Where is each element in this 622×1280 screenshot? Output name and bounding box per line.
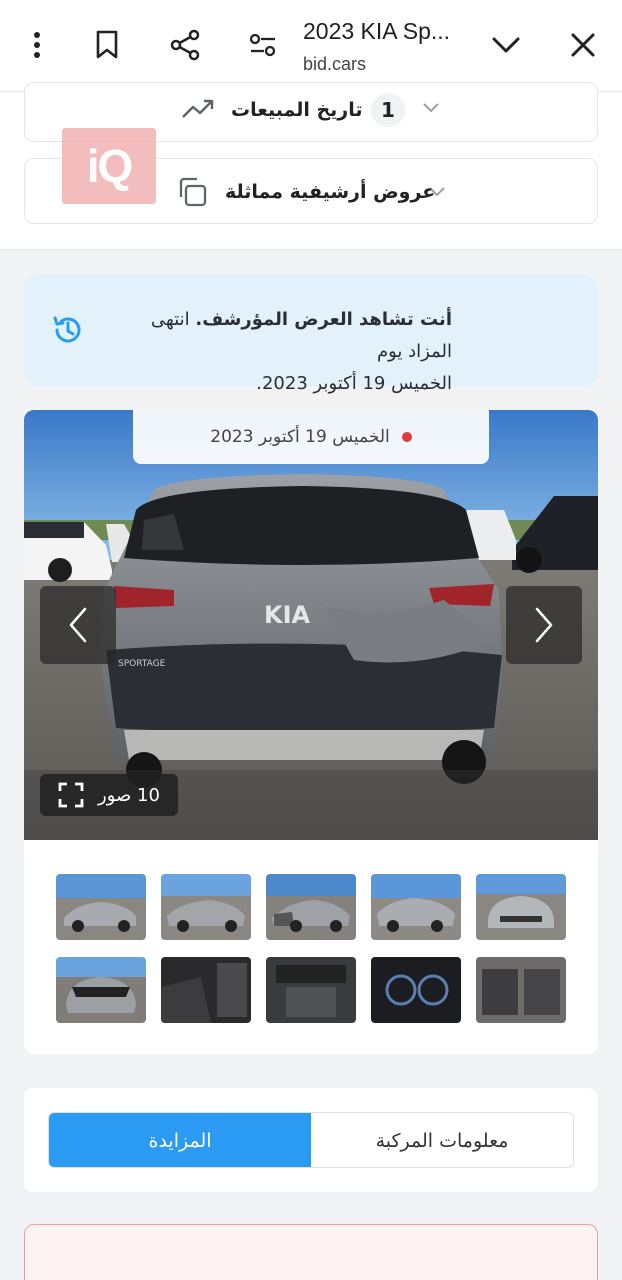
archive-notice-bold: أنت تشاهد العرض المؤرشف.: [195, 309, 452, 330]
tab-bidding[interactable]: المزايدة: [49, 1113, 311, 1167]
status-dot: [401, 432, 412, 442]
archive-notice: أنت تشاهد العرض المؤرشف. انتهى المزاد يو…: [24, 274, 598, 394]
chevron-right-icon: [535, 607, 553, 643]
page-url[interactable]: bid.cars: [303, 54, 366, 75]
sales-count-badge: 1: [371, 93, 405, 127]
browser-toolbar: 2023 KIA Sp... bid.cars: [0, 0, 622, 92]
auction-date-pill: الخميس 19 أكتوبر 2023: [133, 410, 489, 464]
sales-history-label: تاريخ المبيعات: [231, 99, 363, 121]
fullscreen-icon: [58, 782, 84, 808]
thumbnail[interactable]: [266, 874, 356, 940]
watermark-text: iQ: [86, 140, 134, 192]
thumbnail[interactable]: [56, 874, 146, 940]
svg-text:SPORTAGE: SPORTAGE: [118, 659, 166, 669]
trending-up-icon: [182, 99, 214, 118]
prev-photo-button[interactable]: [40, 586, 116, 664]
copy-icon: [179, 177, 207, 207]
main-photo[interactable]: KIA SPORTAGE الخميس 19 أكتوبر 2023 10 صو…: [24, 410, 598, 840]
page-title[interactable]: 2023 KIA Sp...: [303, 18, 450, 45]
fullscreen-button[interactable]: 10 صور: [40, 774, 178, 816]
thumbnail[interactable]: [56, 957, 146, 1023]
detail-tabs: المزايدة معلومات المركبة: [48, 1112, 574, 1168]
archive-notice-text: أنت تشاهد العرض المؤرشف. انتهى المزاد يو…: [112, 304, 452, 400]
next-photo-button[interactable]: [506, 586, 582, 664]
thumbnail[interactable]: [161, 874, 251, 940]
tune-icon[interactable]: [238, 20, 288, 70]
chevron-down-icon: [423, 103, 439, 113]
more-vert-icon[interactable]: [12, 20, 62, 70]
history-icon: [53, 316, 81, 343]
thumbnail[interactable]: [371, 874, 461, 940]
thumbnail[interactable]: [266, 957, 356, 1023]
auction-date: الخميس 19 أكتوبر 2023: [210, 427, 390, 447]
watermark-logo: iQ: [62, 128, 156, 204]
detail-tabs-card: المزايدة معلومات المركبة: [24, 1088, 598, 1192]
photos-count: 10 صور: [98, 784, 160, 806]
svg-text:KIA: KIA: [264, 601, 311, 629]
thumbnail[interactable]: [476, 957, 566, 1023]
chevron-left-icon: [69, 607, 87, 643]
bookmark-icon[interactable]: [82, 20, 132, 70]
alert-card: [24, 1224, 598, 1280]
thumbnail[interactable]: [476, 874, 566, 940]
archive-notice-date: الخميس 19 أكتوبر 2023.: [256, 373, 452, 394]
chevron-down-icon[interactable]: [481, 20, 531, 70]
thumbnail[interactable]: [371, 957, 461, 1023]
tab-vehicle-info[interactable]: معلومات المركبة: [311, 1113, 573, 1167]
photo-gallery: KIA SPORTAGE الخميس 19 أكتوبر 2023 10 صو…: [24, 410, 598, 1054]
thumbnail[interactable]: [161, 957, 251, 1023]
close-icon[interactable]: [558, 20, 608, 70]
share-icon[interactable]: [160, 20, 210, 70]
similar-archive-label: عروض أرشيفية مماثلة: [225, 181, 436, 203]
